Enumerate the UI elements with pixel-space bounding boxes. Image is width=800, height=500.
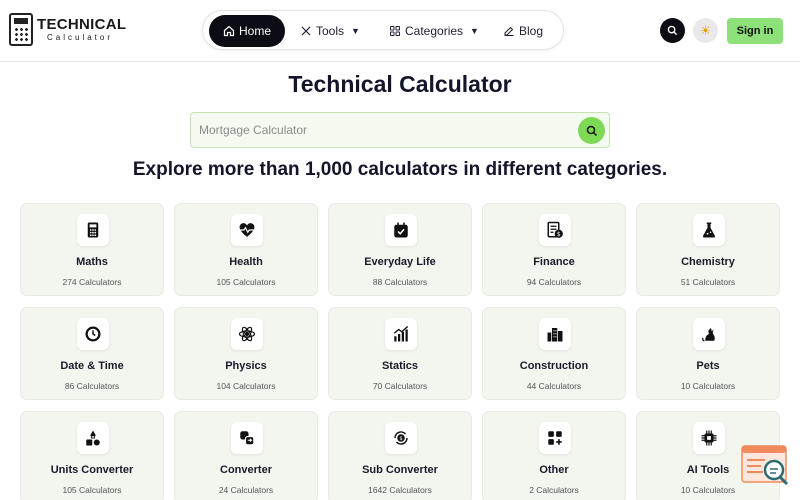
category-count: 274 Calculators: [62, 277, 122, 287]
category-count: 51 Calculators: [680, 277, 736, 287]
category-card-pets[interactable]: Pets 10 Calculators: [636, 307, 780, 400]
page-title: Technical Calculator: [288, 71, 512, 97]
category-name: Maths: [76, 256, 108, 268]
search-icon: [667, 25, 678, 36]
category-count: 88 Calculators: [372, 277, 428, 287]
buildings-icon: [547, 328, 563, 342]
category-count: 1642 Calculators: [368, 485, 432, 495]
category-card-finance[interactable]: $ Finance 94 Calculators: [482, 203, 626, 296]
nav-home[interactable]: Home: [209, 15, 286, 47]
category-card-maths[interactable]: Maths 274 Calculators: [20, 203, 164, 296]
category-card-other[interactable]: Other 2 Calculators: [482, 411, 626, 500]
chevron-down-icon: ▼: [351, 26, 360, 36]
grid-icon: [390, 26, 400, 36]
category-count: 104 Calculators: [216, 381, 276, 391]
category-name: Pets: [696, 360, 720, 372]
edit-icon: [504, 26, 514, 36]
pet-icon: [702, 328, 715, 342]
category-count: 24 Calculators: [218, 485, 274, 495]
nav-blog[interactable]: Blog: [503, 15, 543, 47]
calculator-logo-icon: [9, 13, 33, 46]
calculator-icon: [87, 222, 99, 238]
apps-plus-icon: [548, 431, 562, 445]
category-count: 94 Calculators: [526, 277, 582, 287]
calculator-search-bar: [190, 112, 610, 148]
nav-blog-label: Blog: [519, 24, 544, 38]
atom-icon: [238, 326, 256, 342]
categories-subtitle: Explore more than 1,000 calculators in d…: [132, 159, 668, 180]
chip-icon: [701, 430, 717, 446]
nav-tools[interactable]: Tools ▼: [300, 15, 360, 47]
sun-icon: ☀: [699, 22, 712, 38]
nav-tools-label: Tools: [316, 24, 345, 38]
category-count: 105 Calculators: [216, 277, 276, 287]
header-search-button[interactable]: [660, 18, 685, 43]
category-card-physics[interactable]: Physics 104 Calculators: [174, 307, 318, 400]
home-icon: [223, 25, 235, 37]
category-name: Physics: [225, 360, 267, 372]
category-card-health[interactable]: Health 105 Calculators: [174, 203, 318, 296]
category-count: 105 Calculators: [62, 485, 122, 495]
tools-icon: [301, 26, 311, 36]
category-count: 10 Calculators: [680, 381, 736, 391]
category-count: 44 Calculators: [526, 381, 582, 391]
category-card-everyday-life[interactable]: Everyday Life 88 Calculators: [328, 203, 472, 296]
nav-home-label: Home: [239, 24, 272, 38]
category-count: 70 Calculators: [372, 381, 428, 391]
category-name: Statics: [381, 360, 419, 372]
convert-icon: [240, 431, 255, 446]
category-count: 2 Calculators: [529, 485, 579, 495]
coin-cycle-icon: $: [394, 431, 408, 445]
category-name: Everyday Life: [364, 256, 436, 268]
bar-chart-icon: [393, 325, 409, 342]
invoice-dollar-icon: $: [547, 221, 563, 238]
logo-title: TECHNICAL: [37, 16, 127, 33]
category-card-statics[interactable]: Statics 70 Calculators: [328, 307, 472, 400]
calculator-search-input[interactable]: [199, 117, 569, 143]
category-count: 86 Calculators: [64, 381, 120, 391]
category-card-converter[interactable]: Converter 24 Calculators: [174, 411, 318, 500]
category-name: Converter: [220, 464, 272, 476]
clock-icon: [85, 326, 101, 342]
category-name: Sub Converter: [362, 464, 438, 476]
flask-icon: [702, 222, 716, 238]
category-name: Construction: [519, 360, 589, 372]
chevron-down-icon: ▼: [470, 26, 479, 36]
nav-categories-label: Categories: [405, 24, 464, 38]
category-card-chemistry[interactable]: Chemistry 51 Calculators: [636, 203, 780, 296]
units-icon: [86, 430, 100, 446]
theme-toggle-button[interactable]: ☀: [693, 18, 718, 43]
heartbeat-icon: [239, 223, 255, 237]
category-card-date-time[interactable]: Date & Time 86 Calculators: [20, 307, 164, 400]
svg-text:$: $: [399, 436, 402, 442]
nav-categories[interactable]: Categories ▼: [389, 15, 479, 47]
category-name: Other: [539, 464, 569, 476]
category-name: Chemistry: [681, 256, 735, 268]
category-name: Units Converter: [50, 464, 134, 476]
main-nav: Home Tools ▼ Categories ▼ Blog: [202, 10, 564, 50]
search-submit-button[interactable]: [578, 117, 605, 144]
category-card-construction[interactable]: Construction 44 Calculators: [482, 307, 626, 400]
category-card-sub-converter[interactable]: $ Sub Converter 1642 Calculators: [328, 411, 472, 500]
svg-text:$: $: [557, 231, 561, 238]
search-document-widget-icon[interactable]: [741, 445, 791, 487]
calendar-check-icon: [394, 222, 408, 238]
site-header: TECHNICAL Calculator Home Tools ▼ Catego…: [0, 0, 800, 62]
logo-subtitle: Calculator: [47, 33, 114, 42]
category-name: Date & Time: [60, 360, 124, 372]
sign-in-button[interactable]: Sign in: [727, 18, 783, 44]
search-icon: [586, 125, 597, 136]
category-name: Health: [229, 256, 263, 268]
category-name: Finance: [533, 256, 575, 268]
site-logo[interactable]: TECHNICAL Calculator: [9, 13, 126, 46]
category-card-units-converter[interactable]: Units Converter 105 Calculators: [20, 411, 164, 500]
category-grid: Maths 274 Calculators Health 105 Calcula…: [20, 203, 780, 500]
